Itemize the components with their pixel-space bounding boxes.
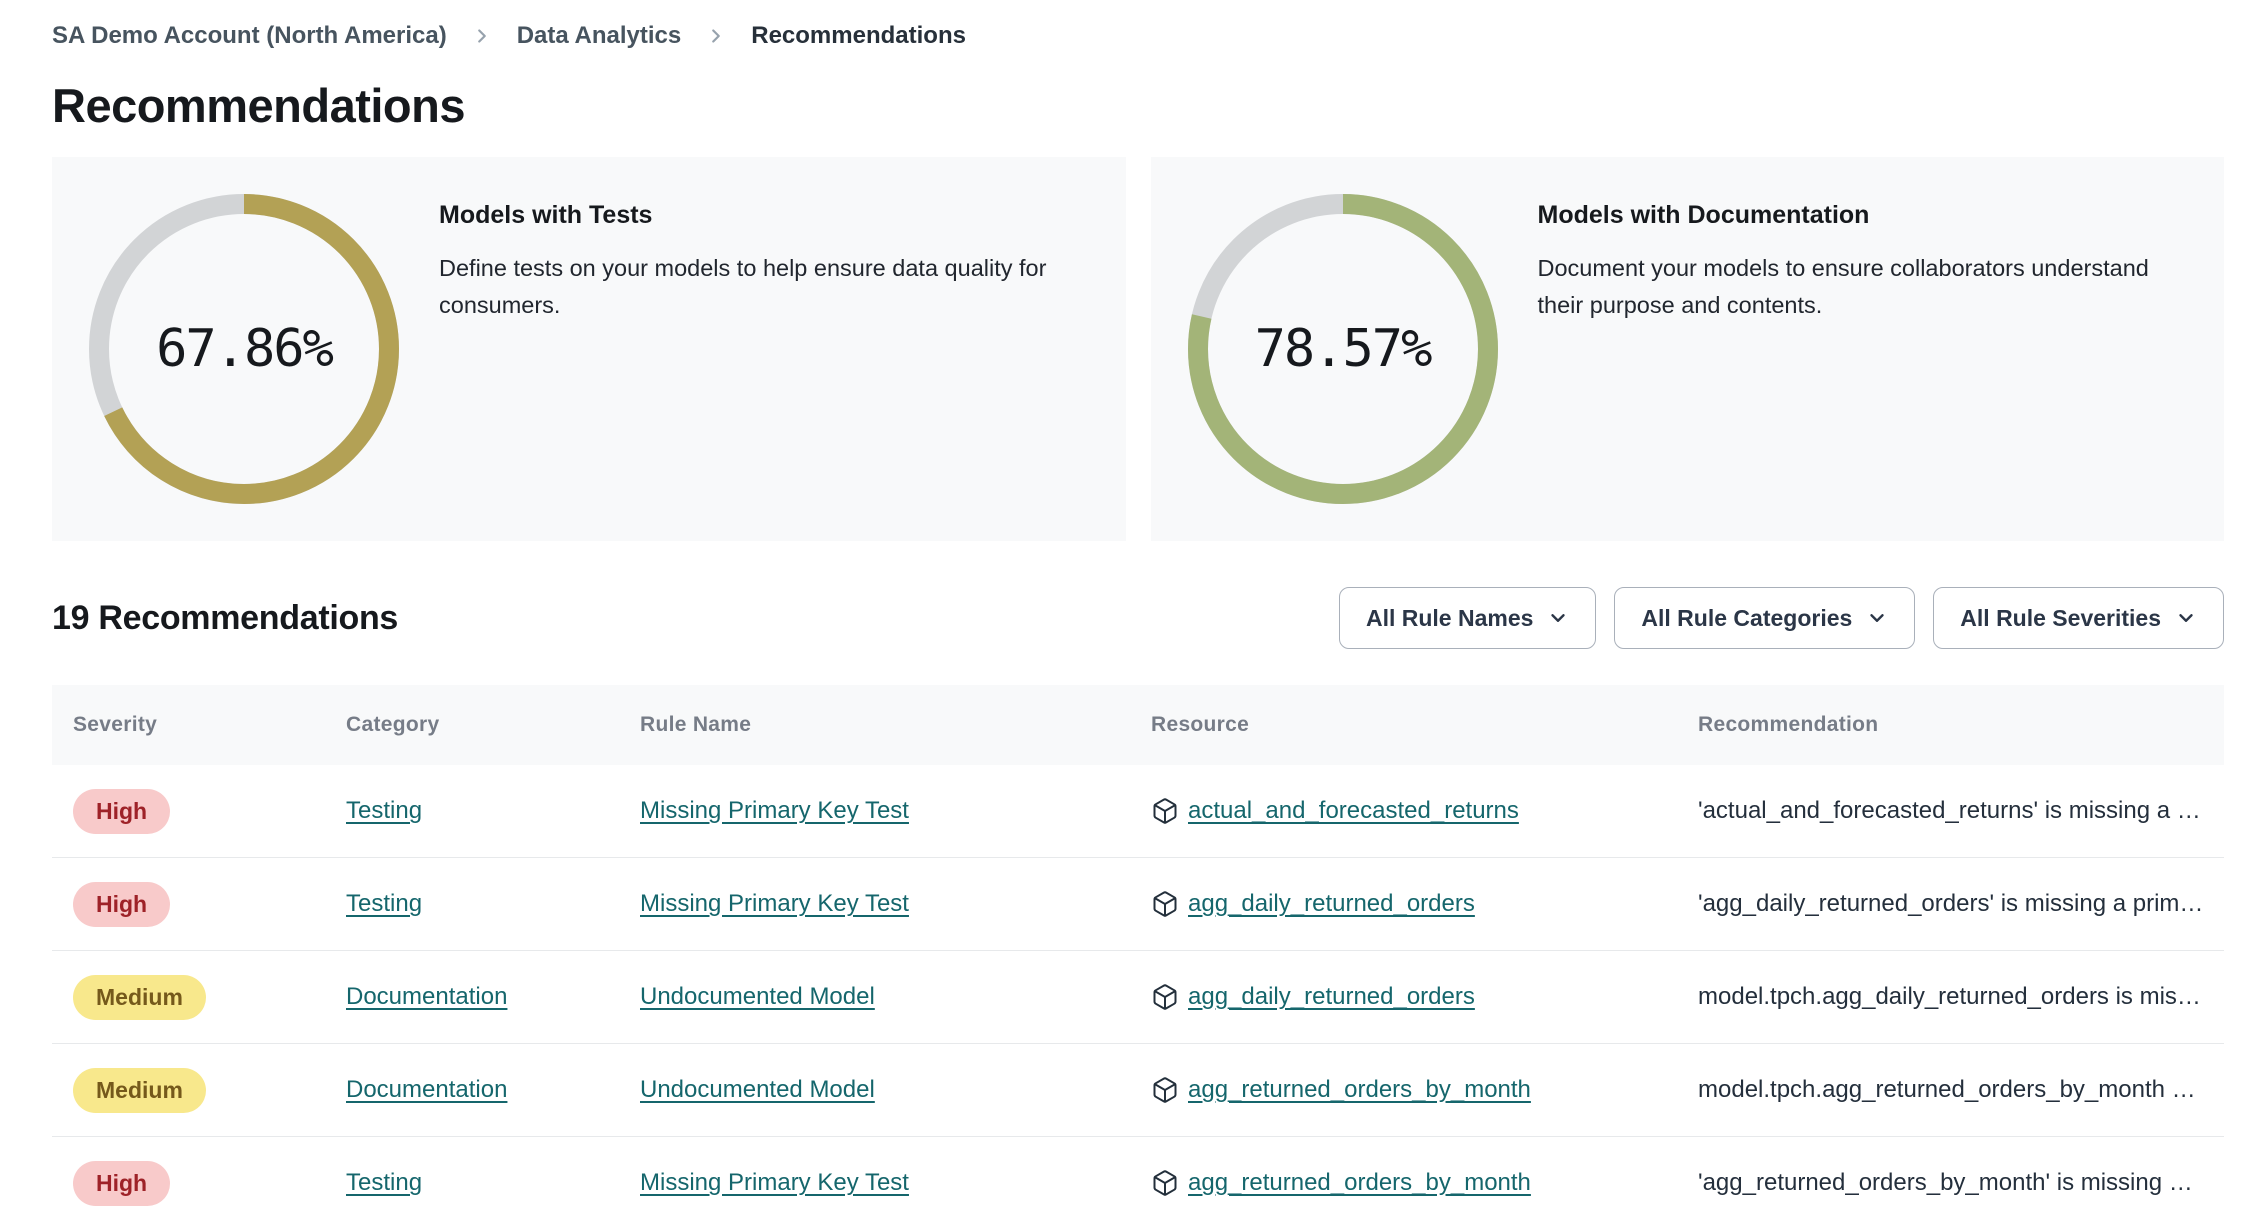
chevron-down-icon — [2179, 614, 2193, 622]
resource-cell: agg_returned_orders_by_month — [1151, 1076, 1698, 1104]
table-row: Medium Documentation Undocumented Model … — [52, 1044, 2224, 1137]
donut-chart-documentation: 78.57% — [1187, 194, 1498, 504]
summary-cards: 67.86% Models with Tests Define tests on… — [52, 157, 2224, 541]
chevron-down-icon — [1870, 614, 1884, 622]
resource-link[interactable]: agg_returned_orders_by_month — [1188, 1076, 1531, 1104]
filter-label: All Rule Categories — [1641, 604, 1853, 631]
chevron-right-icon — [471, 25, 493, 47]
rule-name-link[interactable]: Missing Primary Key Test — [640, 797, 909, 824]
recommendations-page: SA Demo Account (North America) Data Ana… — [0, 0, 2248, 1220]
filter-rule-names[interactable]: All Rule Names — [1338, 587, 1597, 649]
category-link[interactable]: Testing — [346, 890, 422, 917]
category-link[interactable]: Testing — [346, 1169, 422, 1196]
recommendation-cell: model.tpch.agg_daily_returned_orders is … — [1698, 983, 2224, 1011]
card-title: Models with Documentation — [1537, 201, 1870, 229]
column-header-severity: Severity — [73, 713, 158, 736]
rule-name-link[interactable]: Missing Primary Key Test — [640, 1169, 909, 1196]
severity-cell: High — [52, 1160, 346, 1206]
breadcrumb: SA Demo Account (North America) Data Ana… — [0, 0, 2248, 50]
model-cube-icon — [1153, 984, 1177, 1010]
recommendation-text: 'agg_daily_returned_orders' is missing a… — [1698, 890, 2204, 917]
table-row: High Testing Missing Primary Key Test ac… — [52, 765, 2224, 858]
filter-bar: All Rule Names All Rule Categories All R… — [1338, 587, 2224, 649]
category-cell: Testing — [346, 797, 640, 825]
recommendation-text: model.tpch.agg_daily_returned_orders is … — [1698, 983, 2201, 1010]
page-title: Recommendations — [52, 79, 465, 132]
donut-percent-label: 67.86% — [156, 319, 334, 379]
resource-link[interactable]: actual_and_forecasted_returns — [1188, 797, 1519, 825]
severity-badge: Medium — [73, 1067, 206, 1113]
column-header-resource: Resource — [1151, 713, 1250, 736]
table-row: High Testing Missing Primary Key Test ag… — [52, 858, 2224, 951]
resource-link[interactable]: agg_daily_returned_orders — [1188, 890, 1475, 918]
card-description: Document your models to ensure collabora… — [1537, 255, 2149, 318]
recommendation-cell: 'actual_and_forecasted_returns' is missi… — [1698, 797, 2224, 825]
filter-label: All Rule Names — [1365, 604, 1534, 631]
rule-name-cell: Missing Primary Key Test — [640, 890, 1151, 918]
recommendation-cell: model.tpch.agg_returned_orders_by_month … — [1698, 1076, 2224, 1104]
resource-link[interactable]: agg_daily_returned_orders — [1188, 983, 1475, 1011]
rule-name-cell: Undocumented Model — [640, 1076, 1151, 1104]
rule-name-link[interactable]: Missing Primary Key Test — [640, 890, 909, 917]
model-cube-icon — [1153, 798, 1177, 824]
severity-cell: High — [52, 788, 346, 834]
category-link[interactable]: Documentation — [346, 1076, 507, 1103]
filter-rule-categories[interactable]: All Rule Categories — [1614, 587, 1916, 649]
column-header-category: Category — [346, 713, 440, 736]
resource-cell: agg_daily_returned_orders — [1151, 890, 1698, 918]
breadcrumb-current: Recommendations — [751, 22, 966, 49]
recommendation-text: 'agg_returned_orders_by_month' is missin… — [1698, 1169, 2193, 1196]
resource-link[interactable]: agg_returned_orders_by_month — [1188, 1169, 1531, 1197]
resource-cell: actual_and_forecasted_returns — [1151, 797, 1698, 825]
filter-label: All Rule Severities — [1960, 604, 2161, 631]
severity-cell: Medium — [52, 1067, 346, 1113]
recommendations-count: 19 Recommendations — [52, 598, 399, 637]
rule-name-cell: Undocumented Model — [640, 983, 1151, 1011]
rule-name-cell: Missing Primary Key Test — [640, 1169, 1151, 1197]
recommendation-text: 'actual_and_forecasted_returns' is missi… — [1698, 797, 2201, 824]
chevron-right-icon — [705, 25, 727, 47]
category-link[interactable]: Testing — [346, 797, 422, 824]
rule-name-link[interactable]: Undocumented Model — [640, 983, 875, 1010]
severity-cell: High — [52, 881, 346, 927]
table-row: High Testing Missing Primary Key Test ag… — [52, 1137, 2224, 1220]
donut-percent-label: 78.57% — [1254, 319, 1433, 379]
resource-cell: agg_daily_returned_orders — [1151, 983, 1698, 1011]
category-cell: Testing — [346, 890, 640, 918]
rule-name-link[interactable]: Undocumented Model — [640, 1076, 875, 1103]
model-cube-icon — [1153, 891, 1177, 917]
donut-chart-tests: 67.86% — [89, 194, 399, 504]
category-cell: Documentation — [346, 1076, 640, 1104]
model-cube-icon — [1153, 1170, 1177, 1196]
resource-cell: agg_returned_orders_by_month — [1151, 1169, 1698, 1197]
card-description: Define tests on your models to help ensu… — [439, 255, 1047, 318]
severity-cell: Medium — [52, 974, 346, 1020]
filter-rule-severities[interactable]: All Rule Severities — [1933, 587, 2224, 649]
category-link[interactable]: Documentation — [346, 983, 507, 1010]
recommendations-table: Severity Category Rule Name Resource Rec… — [52, 685, 2224, 1220]
category-cell: Documentation — [346, 983, 640, 1011]
recommendation-text: model.tpch.agg_returned_orders_by_month … — [1698, 1076, 2196, 1103]
rule-name-cell: Missing Primary Key Test — [640, 797, 1151, 825]
card-models-with-tests: 67.86% Models with Tests Define tests on… — [52, 157, 1126, 541]
column-header-rule-name: Rule Name — [640, 713, 752, 736]
list-header: 19 Recommendations All Rule Names All Ru… — [52, 587, 2224, 649]
category-cell: Testing — [346, 1169, 640, 1197]
card-title: Models with Tests — [439, 201, 653, 229]
model-cube-icon — [1153, 1077, 1177, 1103]
card-models-with-documentation: 78.57% Models with Documentation Documen… — [1150, 157, 2224, 541]
chevron-down-icon — [1551, 614, 1566, 622]
severity-badge: High — [73, 881, 171, 927]
recommendation-cell: 'agg_returned_orders_by_month' is missin… — [1698, 1169, 2224, 1197]
breadcrumb-project[interactable]: Data Analytics — [517, 22, 682, 50]
table-header-row: Severity Category Rule Name Resource Rec… — [52, 685, 2224, 765]
recommendation-cell: 'agg_daily_returned_orders' is missing a… — [1698, 890, 2224, 918]
severity-badge: High — [73, 788, 171, 834]
table-row: Medium Documentation Undocumented Model … — [52, 951, 2224, 1044]
table-body: High Testing Missing Primary Key Test ac… — [52, 765, 2224, 1220]
column-header-recommendation: Recommendation — [1698, 713, 1879, 736]
breadcrumb-account[interactable]: SA Demo Account (North America) — [52, 22, 447, 50]
severity-badge: High — [73, 1160, 171, 1206]
severity-badge: Medium — [73, 974, 206, 1020]
